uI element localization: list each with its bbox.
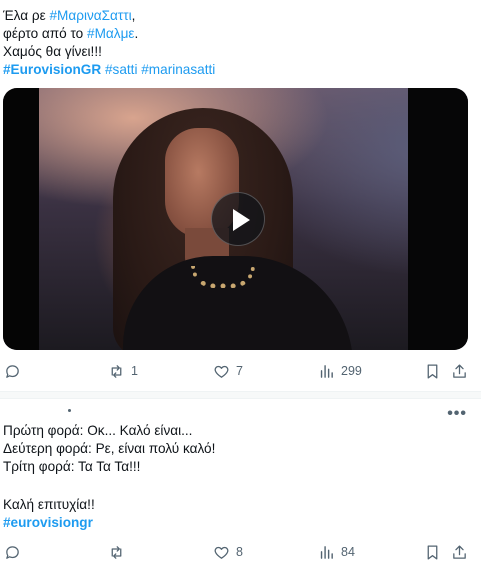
video-player[interactable] xyxy=(3,88,468,350)
more-options-icon[interactable]: ••• xyxy=(447,405,467,423)
views-button[interactable]: 84 xyxy=(318,541,355,563)
hashtag-link[interactable]: #satti #marinasatti xyxy=(101,62,215,77)
hashtag-link[interactable]: #eurovisiongr xyxy=(3,515,93,530)
retweet-icon xyxy=(111,545,122,559)
views-chart-icon xyxy=(320,364,333,378)
retweet-button[interactable]: 1 xyxy=(108,360,138,382)
share-icon xyxy=(453,544,466,559)
tweet-actions: 1 7 299 xyxy=(0,360,481,382)
text-segment: , xyxy=(131,8,136,23)
tweet-text-line: Τρίτη φορά: Τα Τα Τα!!! xyxy=(3,459,141,474)
heart-icon xyxy=(214,365,229,378)
bookmark-icon xyxy=(427,544,438,560)
views-count: 84 xyxy=(341,545,355,559)
like-count: 8 xyxy=(236,545,243,559)
bookmark-button[interactable] xyxy=(424,541,441,563)
tweet-1: Έλα ρε #ΜαριναΣαττι, φέρτο από το #Μαλμε… xyxy=(0,0,481,392)
text-segment: φέρτο από το xyxy=(3,26,88,41)
like-button[interactable]: 8 xyxy=(213,541,243,563)
text-segment: Χαμός θα γίνει!!! xyxy=(3,44,102,59)
share-button[interactable] xyxy=(451,541,468,563)
share-icon xyxy=(453,363,466,378)
letterbox xyxy=(3,88,39,350)
play-icon[interactable] xyxy=(211,192,265,246)
text-segment: . xyxy=(134,26,139,41)
tweet-text-line: Έλα ρε #ΜαριναΣαττι, xyxy=(3,6,135,25)
like-button[interactable]: 7 xyxy=(213,360,243,382)
hashtag-link[interactable]: #EurovisionGR xyxy=(3,62,101,77)
text-segment: Έλα ρε xyxy=(3,8,50,23)
like-count: 7 xyxy=(236,364,243,378)
retweet-icon xyxy=(111,364,122,378)
views-button[interactable]: 299 xyxy=(318,360,362,382)
tweet-text-line: Δεύτερη φορά: Ρε, είναι πολύ καλό! xyxy=(3,441,216,456)
reply-button[interactable] xyxy=(4,541,27,563)
views-chart-icon xyxy=(320,545,333,559)
truncated-header-dot xyxy=(68,409,71,412)
hashtag-link[interactable]: #ΜαριναΣαττι xyxy=(49,8,131,23)
tweet-separator xyxy=(0,391,481,399)
hashtag-link[interactable]: #Μαλμε xyxy=(87,26,134,41)
heart-icon xyxy=(214,546,229,559)
views-count: 299 xyxy=(341,364,362,378)
tweet-hashtags: #eurovisiongr xyxy=(3,513,93,532)
share-button[interactable] xyxy=(451,360,468,382)
retweet-button[interactable] xyxy=(108,541,131,563)
bookmark-button[interactable] xyxy=(424,360,441,382)
reply-icon xyxy=(6,364,19,378)
tweet-text-line: Καλή επιτυχία!! xyxy=(3,497,95,512)
tweet-text-line: Πρώτη φορά: Οκ... Καλό είναι... xyxy=(3,423,193,438)
reply-icon xyxy=(6,545,19,559)
tweet-text-line: φέρτο από το #Μαλμε. xyxy=(3,24,138,43)
reply-button[interactable] xyxy=(4,360,27,382)
bookmark-icon xyxy=(427,363,438,379)
tweet-text-line: Χαμός θα γίνει!!! xyxy=(3,42,102,61)
tweet-2: ••• Πρώτη φορά: Οκ... Καλό είναι... Δεύτ… xyxy=(0,399,481,573)
retweet-count: 1 xyxy=(131,364,138,378)
tweet-actions: 8 84 xyxy=(0,541,481,563)
tweet-hashtags: #EurovisionGR #satti #marinasatti xyxy=(3,60,215,79)
letterbox xyxy=(408,88,468,350)
